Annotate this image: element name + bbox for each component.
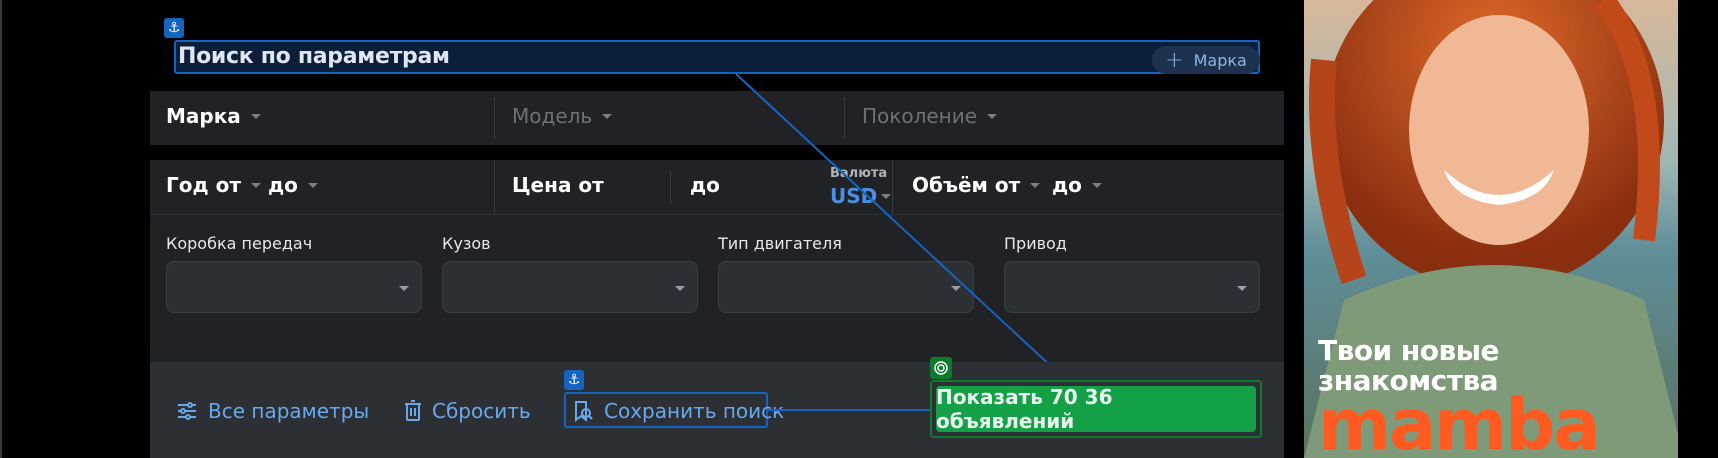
ad-tagline-line1: Твои новые [1318,334,1500,367]
anchor-icon: ⚓ [564,370,584,390]
ad-banner[interactable]: Твои новые знакомства mamba [1304,0,1678,458]
show-results-label: Показать 70 3‌6 объявлений [936,385,1113,433]
target-icon [930,357,952,379]
annotation-connector [768,409,932,411]
show-results-highlight: Показать 70 3‌6 объявлений [930,380,1262,438]
reset-label: Сбросить [432,399,531,423]
all-params-button[interactable]: Все параметры [176,399,369,423]
ad-brand-logo: mamba [1318,384,1600,458]
show-results-button[interactable]: Показать 70 3‌6 объявлений [936,385,1256,433]
save-search-button[interactable]: Сохранить поиск [572,399,784,423]
save-search-label: Сохранить поиск [604,399,785,423]
trash-icon [405,400,421,421]
bookmark-search-icon [575,401,593,422]
reset-button[interactable]: Сбросить [404,399,531,423]
all-params-label: Все параметры [208,399,370,423]
sliders-icon [178,402,196,420]
